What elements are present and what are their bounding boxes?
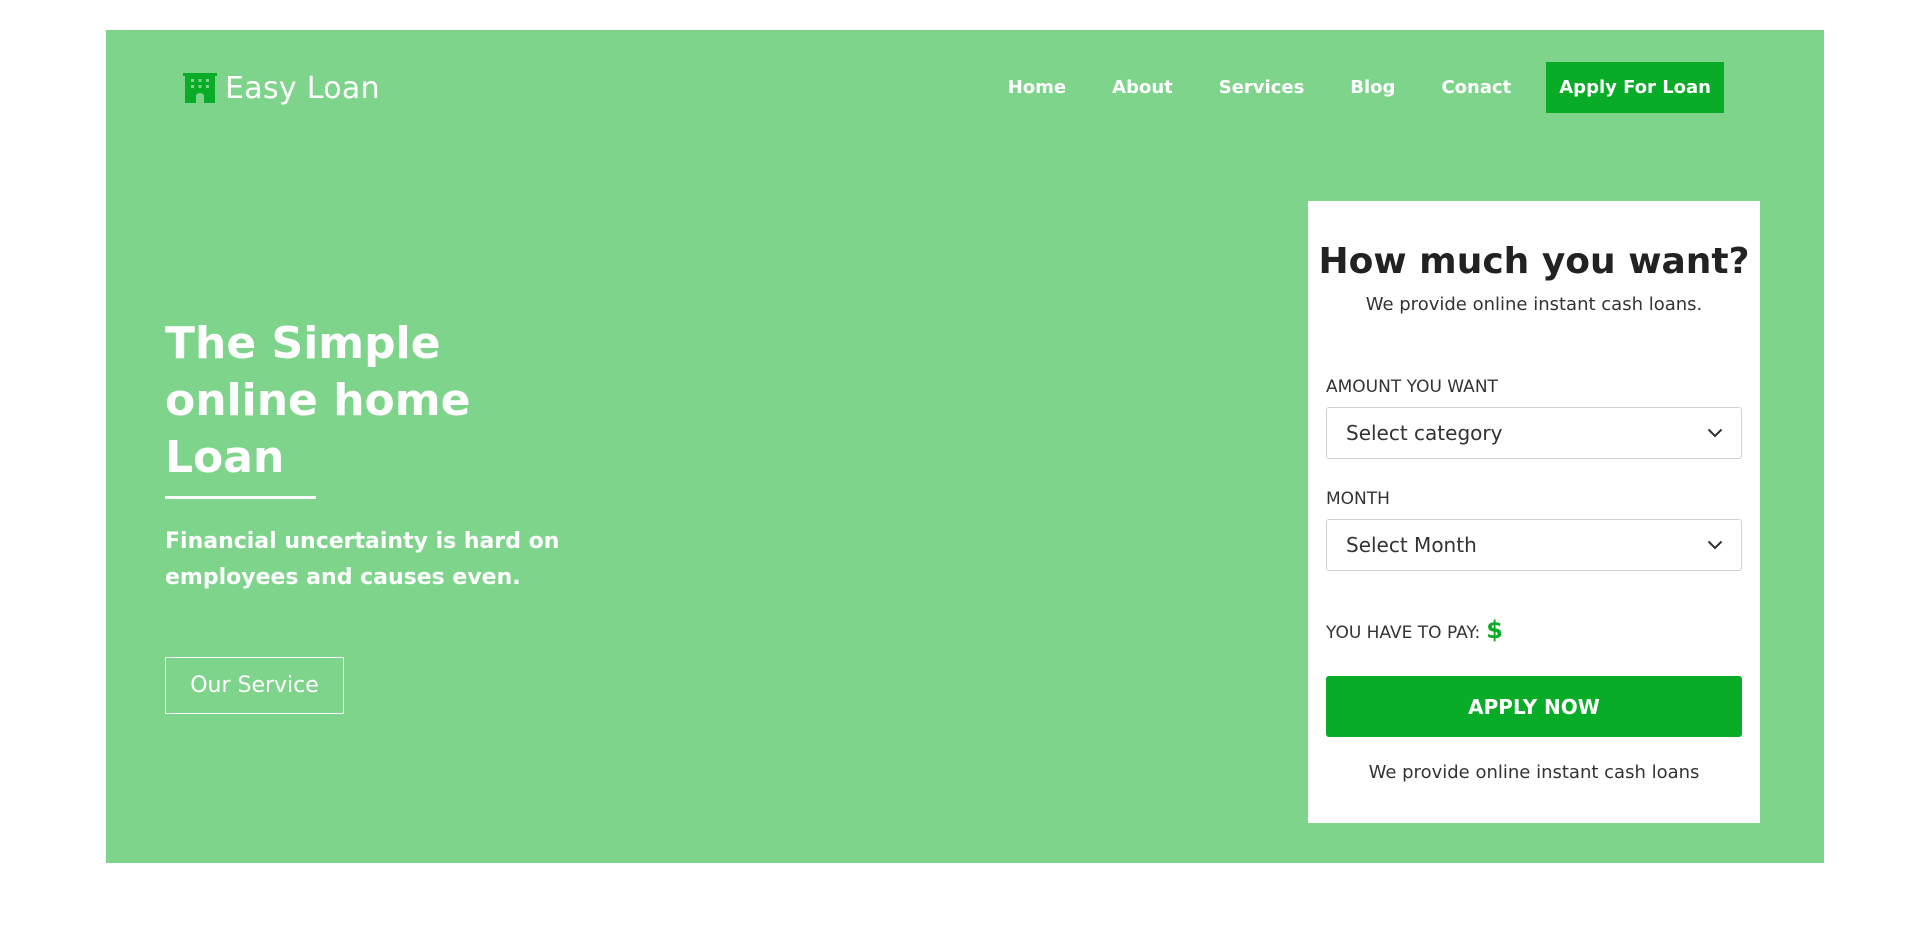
headline-line: The Simple — [165, 318, 441, 369]
hero-subtext: Financial uncertainty is hard on employe… — [165, 529, 560, 590]
loan-calculator-card: How much you want? We provide online ins… — [1308, 201, 1760, 823]
nav-blog[interactable]: Blog — [1350, 77, 1395, 98]
headline-divider — [165, 496, 316, 499]
card-footer-text: We provide online instant cash loans — [1368, 762, 1700, 783]
pay-amount: $ — [1486, 616, 1503, 644]
brand-logo[interactable]: Easy Loan — [183, 70, 380, 106]
amount-select[interactable]: Select category — [1326, 407, 1742, 459]
pay-label: YOU HAVE TO PAY: — [1326, 623, 1481, 643]
month-select[interactable]: Select Month — [1326, 519, 1742, 571]
card-title: How much you want? — [1318, 241, 1750, 282]
amount-label: AMOUNT YOU WANT — [1326, 377, 1498, 397]
building-icon — [183, 73, 217, 103]
hero-headline: The Simple online home Loan — [165, 315, 585, 486]
month-label: MONTH — [1326, 489, 1390, 509]
nav-contact[interactable]: Conact — [1441, 77, 1511, 98]
our-service-button[interactable]: Our Service — [165, 657, 344, 714]
month-select-value: Select Month — [1346, 533, 1477, 557]
nav-about[interactable]: About — [1112, 77, 1173, 98]
main-nav: Home About Services Blog Conact Apply Fo… — [1008, 62, 1724, 113]
amount-select-value: Select category — [1346, 421, 1503, 445]
nav-home[interactable]: Home — [1008, 77, 1066, 98]
chevron-down-icon — [1707, 428, 1723, 438]
hero-section: Easy Loan Home About Services Blog Conac… — [106, 30, 1824, 863]
apply-for-loan-button[interactable]: Apply For Loan — [1546, 62, 1724, 113]
headline-line: online home — [165, 375, 471, 426]
card-subtitle: We provide online instant cash loans. — [1365, 294, 1703, 315]
chevron-down-icon — [1707, 540, 1723, 550]
payment-summary: YOU HAVE TO PAY: $ — [1326, 616, 1503, 644]
apply-now-button[interactable]: APPLY NOW — [1326, 676, 1742, 737]
brand-name: Easy Loan — [225, 70, 380, 106]
nav-services[interactable]: Services — [1219, 77, 1305, 98]
headline-line: Loan — [165, 432, 285, 483]
